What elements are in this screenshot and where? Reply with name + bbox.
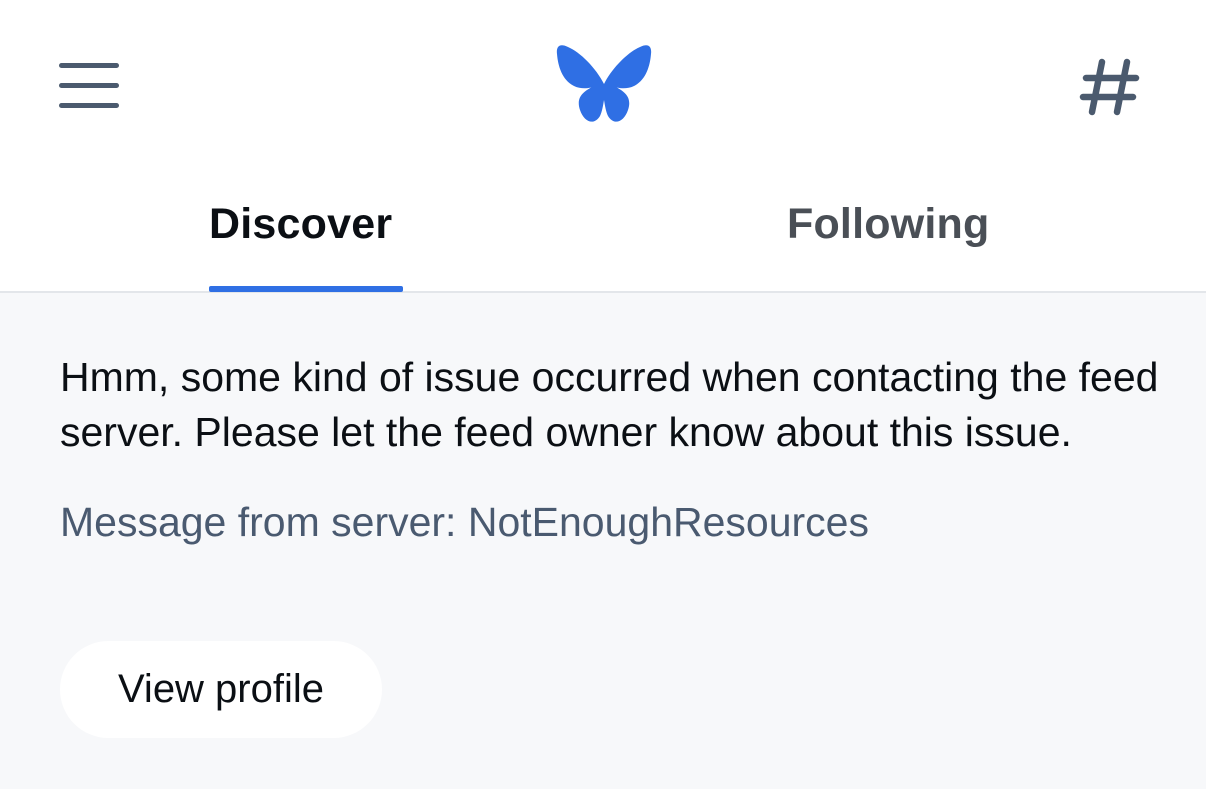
menu-button[interactable] — [48, 48, 130, 124]
tab-following[interactable]: Following — [603, 180, 1206, 293]
top-header: Discover Following — [0, 0, 1206, 293]
server-message: Message from server: NotEnoughResources — [60, 499, 869, 545]
tab-following-label: Following — [787, 200, 990, 248]
view-profile-button[interactable]: View profile — [60, 641, 382, 738]
feed-error-panel: Hmm, some kind of issue occurred when co… — [60, 350, 1160, 549]
tab-discover-label: Discover — [209, 200, 393, 248]
error-message: Hmm, some kind of issue occurred when co… — [60, 354, 1159, 455]
feeds-button[interactable] — [1066, 46, 1156, 130]
active-tab-indicator — [209, 286, 403, 292]
hashtag-icon — [1079, 58, 1140, 116]
feed-screen: Discover Following Hmm, some kind of iss… — [0, 0, 1206, 789]
tab-discover[interactable]: Discover — [0, 180, 603, 293]
butterfly-logo-icon — [556, 45, 652, 122]
